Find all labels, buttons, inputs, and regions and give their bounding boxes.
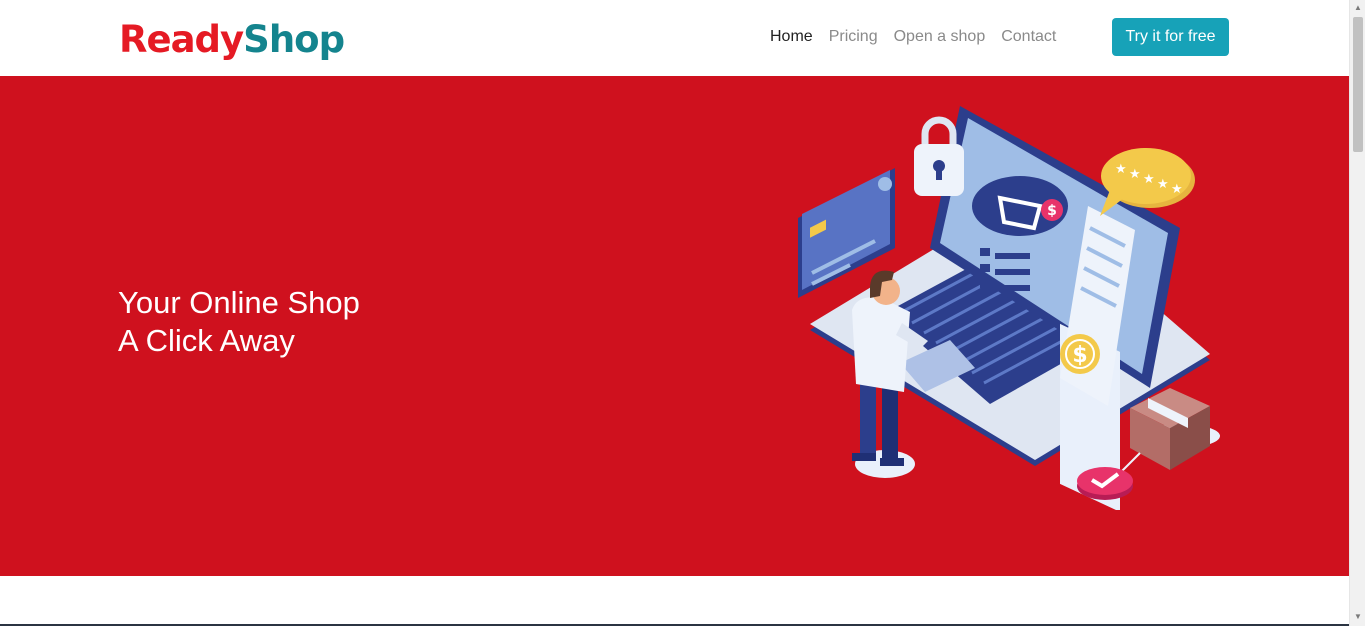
try-free-button[interactable]: Try it for free [1112, 18, 1229, 56]
logo-text-ready: Ready [119, 18, 244, 61]
svg-text:★: ★ [1143, 172, 1155, 187]
scroll-down-icon[interactable]: ▼ [1353, 612, 1363, 622]
dollar-coin-icon: $ [1060, 334, 1100, 374]
brand-logo[interactable]: ReadyShop [119, 18, 345, 62]
svg-text:★: ★ [1129, 167, 1141, 182]
svg-text:★: ★ [1157, 177, 1169, 192]
logo-text-shop: Shop [243, 18, 345, 61]
nav-pricing[interactable]: Pricing [829, 27, 878, 47]
nav-home[interactable]: Home [770, 27, 813, 47]
online-shop-illustration: $ $ ★ ★ ★ ★ ★ [798, 106, 1220, 510]
scroll-up-icon[interactable]: ▲ [1353, 3, 1363, 13]
navbar: ReadyShop Home Pricing Open a shop Conta… [0, 0, 1349, 76]
page: ReadyShop Home Pricing Open a shop Conta… [0, 0, 1349, 626]
svg-text:$: $ [1047, 203, 1057, 219]
svg-text:$: $ [1072, 343, 1087, 368]
hero-section: Your Online Shop A Click Away $ $ ★ ★ ★ … [0, 76, 1349, 576]
nav-open-a-shop[interactable]: Open a shop [894, 27, 986, 47]
nav-contact[interactable]: Contact [1001, 27, 1056, 47]
scrollbar-thumb[interactable] [1353, 17, 1363, 152]
parcel-box-icon [1130, 388, 1220, 470]
svg-text:★: ★ [1171, 182, 1183, 197]
main-nav: Home Pricing Open a shop Contact [770, 27, 1072, 47]
hero-title-line1: Your Online Shop [118, 285, 360, 320]
shopping-basket-icon: $ [972, 176, 1068, 236]
vertical-scrollbar[interactable]: ▲ ▼ [1349, 0, 1365, 626]
hero-title: Your Online Shop A Click Away [118, 284, 360, 360]
hero-title-line2: A Click Away [118, 323, 295, 358]
svg-text:★: ★ [1115, 162, 1127, 177]
